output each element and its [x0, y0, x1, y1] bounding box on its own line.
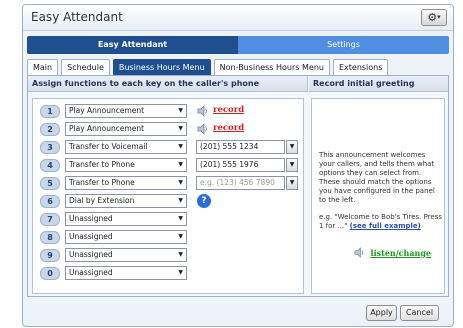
key-row: 6 Dial by Extension ▼ ?	[33, 193, 303, 210]
key-row: 8 Unassigned ▼	[33, 229, 303, 246]
key-badge: 5	[40, 177, 60, 190]
key-action-select[interactable]: Transfer to Voicemail ▼	[65, 140, 187, 154]
phone-number-input[interactable]: (201) 555 1976	[196, 158, 285, 172]
dropdown-arrow-icon: ▼	[289, 161, 295, 168]
cancel-button[interactable]: Cancel	[400, 305, 439, 321]
key-row: 9 Unassigned ▼	[33, 247, 303, 264]
tab-schedule[interactable]: Schedule	[61, 59, 110, 75]
dropdown-arrow-icon: ▼	[178, 269, 183, 276]
key-badge: 1	[40, 105, 60, 118]
key-action-select[interactable]: Unassigned ▼	[65, 212, 187, 226]
apply-button[interactable]: Apply	[366, 305, 397, 321]
selected-value: Transfer to Phone	[69, 178, 135, 187]
tab-content: Assign functions to each key on the call…	[27, 75, 449, 297]
selected-value: Unassigned	[69, 268, 113, 277]
key-row: 1 Play Announcement ▼ record	[33, 103, 303, 120]
listen-change-control[interactable]: listen/change	[354, 247, 431, 259]
selected-value: Transfer to Voicemail	[69, 142, 148, 151]
dropdown-arrow-icon: ▼	[178, 215, 183, 222]
phone-number-input[interactable]: (201) 555 1234	[196, 140, 285, 154]
help-icon[interactable]: ?	[197, 194, 211, 208]
selected-value: Play Announcement	[69, 106, 145, 115]
mode-bar: Easy Attendant Settings	[27, 36, 449, 54]
key-badge: 4	[40, 159, 60, 172]
greeting-example: e.g. "Welcome to Bob's Tires. Press 1 fo…	[319, 213, 443, 231]
selected-value: Transfer to Phone	[69, 160, 135, 169]
key-badge: 8	[40, 231, 60, 244]
selected-value: Unassigned	[69, 250, 113, 259]
key-action-select[interactable]: Unassigned ▼	[65, 248, 187, 262]
footer-bar: Apply Cancel	[23, 301, 453, 326]
key-action-select[interactable]: Transfer to Phone ▼	[65, 158, 187, 172]
dropdown-arrow-icon: ▼	[178, 233, 183, 240]
key-action-select[interactable]: Play Announcement ▼	[65, 104, 187, 118]
key-badge: 3	[40, 141, 60, 154]
selected-value: Unassigned	[69, 214, 113, 223]
record-greeting-header: Record initial greeting	[309, 76, 448, 92]
dropdown-arrow-icon: ▼	[289, 179, 295, 186]
speaker-icon	[354, 247, 363, 258]
settings-gear-button[interactable]: ⚙▾	[421, 9, 447, 26]
dropdown-arrow-icon: ▼	[289, 143, 295, 150]
phone-number-input[interactable]: e.g. (123) 456 7890	[196, 176, 285, 190]
title-bar: Easy Attendant ⚙▾	[23, 5, 453, 31]
listen-change-link[interactable]: listen/change	[371, 248, 431, 258]
speaker-icon	[197, 123, 207, 135]
key-assignment-list: 1 Play Announcement ▼ record 2 Play Annou…	[32, 98, 304, 294]
tab-main[interactable]: Main	[27, 59, 59, 75]
key-badge: 7	[40, 213, 60, 226]
key-row: 4 Transfer to Phone ▼ (201) 555 1976 ▼	[33, 157, 303, 174]
key-row: 7 Unassigned ▼	[33, 211, 303, 228]
record-link[interactable]: record	[213, 123, 244, 133]
phone-dropdown-button[interactable]: ▼	[286, 176, 298, 190]
app-title: Easy Attendant	[31, 10, 123, 24]
key-row: 0 Unassigned ▼	[33, 265, 303, 282]
key-action-select[interactable]: Play Announcement ▼	[65, 122, 187, 136]
record-link[interactable]: record	[213, 105, 244, 115]
tab-strip: Main Schedule Business Hours Menu Non-Bu…	[27, 59, 391, 75]
dropdown-arrow-icon: ▼	[178, 161, 183, 168]
key-action-select[interactable]: Unassigned ▼	[65, 266, 187, 280]
key-badge: 0	[40, 267, 60, 280]
tab-extensions[interactable]: Extensions	[332, 59, 389, 75]
tab-non-business-hours-menu[interactable]: Non-Business Hours Menu	[213, 59, 330, 75]
key-row: 3 Transfer to Voicemail ▼ (201) 555 1234 …	[33, 139, 303, 156]
key-row: 2 Play Announcement ▼ record	[33, 121, 303, 138]
see-full-example-link[interactable]: (see full example)	[350, 222, 421, 230]
key-action-select[interactable]: Transfer to Phone ▼	[65, 176, 187, 190]
dropdown-arrow-icon: ▼	[178, 107, 183, 114]
assign-functions-header: Assign functions to each key on the call…	[28, 76, 308, 92]
phone-dropdown-button[interactable]: ▼	[286, 158, 298, 172]
selected-value: Unassigned	[69, 232, 113, 241]
dropdown-arrow-icon: ▼	[178, 251, 183, 258]
dropdown-arrow-icon: ▼	[178, 179, 183, 186]
greeting-panel: This announcement welcomes your callers,…	[311, 98, 445, 294]
mode-tab-settings[interactable]: Settings	[238, 36, 449, 54]
key-badge: 2	[40, 123, 60, 136]
greeting-description: This announcement welcomes your callers,…	[319, 151, 435, 204]
chevron-down-icon: ▾	[437, 13, 441, 21]
mode-tab-easy-attendant[interactable]: Easy Attendant	[27, 36, 238, 54]
speaker-icon	[197, 105, 207, 117]
key-action-select[interactable]: Unassigned ▼	[65, 230, 187, 244]
selected-value: Dial by Extension	[69, 196, 135, 205]
phone-dropdown-button[interactable]: ▼	[286, 140, 298, 154]
gear-icon: ⚙	[427, 11, 438, 24]
selected-value: Play Announcement	[69, 124, 145, 133]
key-row: 5 Transfer to Phone ▼ e.g. (123) 456 7890…	[33, 175, 303, 192]
dropdown-arrow-icon: ▼	[178, 125, 183, 132]
tab-business-hours-menu[interactable]: Business Hours Menu	[112, 59, 211, 75]
easy-attendant-panel: Easy Attendant ⚙▾ Easy Attendant Setting…	[22, 4, 454, 327]
dropdown-arrow-icon: ▼	[178, 143, 183, 150]
dropdown-arrow-icon: ▼	[178, 197, 183, 204]
key-badge: 9	[40, 249, 60, 262]
key-action-select[interactable]: Dial by Extension ▼	[65, 194, 187, 208]
key-badge: 6	[40, 195, 60, 208]
